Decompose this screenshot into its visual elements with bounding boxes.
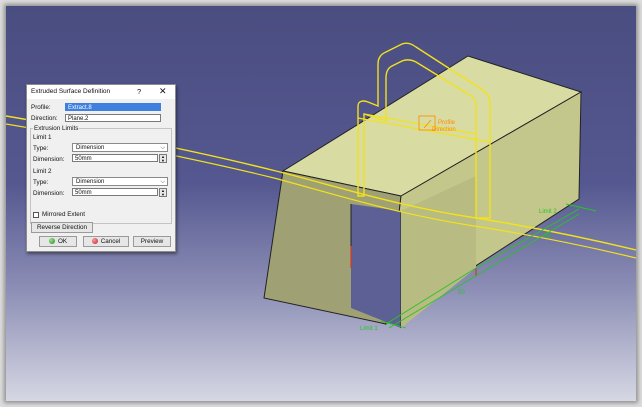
cancel-icon <box>91 238 98 244</box>
limit1-dimension-input[interactable]: 50mm <box>72 154 158 162</box>
dimension-label-bottom[interactable]: 50 <box>458 290 465 296</box>
limit1-dimension-label: Dimension: <box>33 156 65 163</box>
limit2-dimension-spinner[interactable]: ▲ ▼ <box>159 188 167 197</box>
limit1-type-select[interactable]: Dimension ⌵ <box>72 143 168 152</box>
chevron-down-icon: ⌵ <box>160 179 165 185</box>
limit2-label: Limit 2 <box>33 168 52 175</box>
limit-label-bottom[interactable]: Limit 1 <box>360 326 378 332</box>
svg-text:Profile: Profile <box>438 120 456 126</box>
dialog-title: Extruded Surface Definition <box>31 88 111 95</box>
dimension-label-top[interactable]: 50 <box>544 234 551 240</box>
direction-field[interactable]: Plane.2 <box>65 114 161 122</box>
mirrored-extent-checkbox[interactable] <box>33 212 39 218</box>
limit2-type-select[interactable]: Dimension ⌵ <box>72 177 168 186</box>
extruded-surface-dialog: Extruded Surface Definition ? ✕ Profile:… <box>26 84 176 252</box>
limit-label-top[interactable]: Limit 2 <box>539 209 557 215</box>
limit1-label: Limit 1 <box>33 134 52 141</box>
limit2-dimension-input[interactable]: 50mm <box>72 188 158 196</box>
reverse-direction-button[interactable]: Reverse Direction <box>31 222 93 233</box>
help-icon[interactable]: ? <box>137 87 141 96</box>
surface-gap <box>351 204 401 328</box>
limit1-dimension-spinner[interactable]: ▲ ▼ <box>159 154 167 163</box>
extrusion-limits-label: Extrusion Limits <box>33 125 80 132</box>
mirrored-extent-label: Mirrored Extent <box>42 211 86 218</box>
limit2-type-label: Type: <box>33 179 49 186</box>
direction-label: Direction: <box>31 115 58 122</box>
profile-field[interactable]: Extract.8 <box>65 103 161 111</box>
ok-button[interactable]: OK <box>39 236 77 247</box>
ok-icon <box>48 238 55 244</box>
close-icon[interactable]: ✕ <box>159 86 167 97</box>
limit2-dimension-label: Dimension: <box>33 190 65 197</box>
profile-label: Profile: <box>31 104 51 111</box>
dialog-titlebar[interactable]: Extruded Surface Definition ? ✕ <box>27 85 175 99</box>
svg-text:Direction: Direction <box>432 127 456 133</box>
limit1-type-label: Type: <box>33 145 49 152</box>
screenshot-frame: 50 50 Limit 2 Limit 1 Profile Direction … <box>6 6 636 401</box>
cancel-button[interactable]: Cancel <box>83 236 129 247</box>
chevron-down-icon: ⌵ <box>160 145 165 151</box>
preview-button[interactable]: Preview <box>133 236 171 247</box>
